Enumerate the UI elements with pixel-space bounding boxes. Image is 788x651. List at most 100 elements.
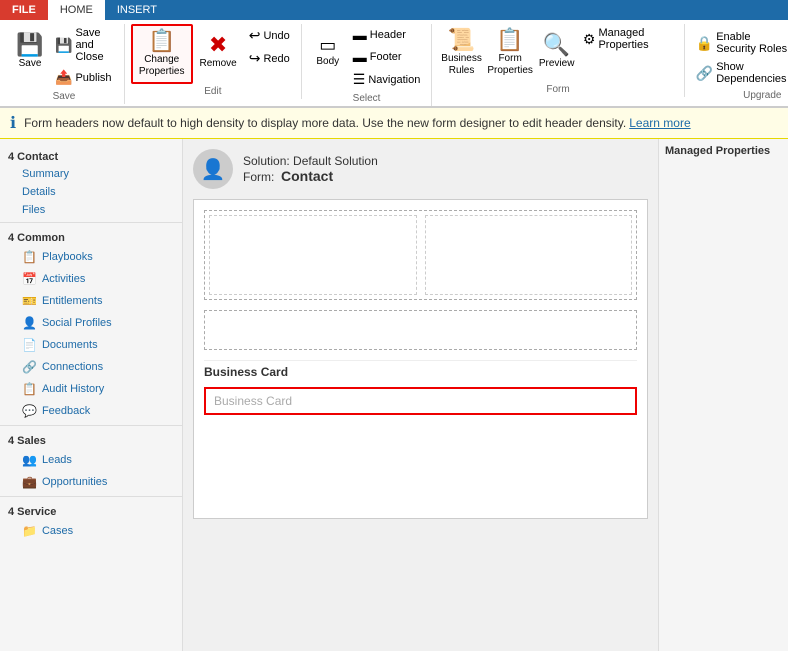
navigation-button[interactable]: ☰ Navigation xyxy=(348,68,426,91)
upgrade-group-label: Upgrade xyxy=(743,88,781,103)
playbooks-icon: 📋 xyxy=(22,250,37,264)
business-card-label: Business Card xyxy=(204,360,637,383)
nav-section-contact: 4 Contact xyxy=(0,145,182,165)
body-button[interactable]: ▭ Body xyxy=(308,24,348,80)
body-label: Body xyxy=(316,56,339,68)
form-column-1 xyxy=(209,215,417,295)
dependencies-label: Show Dependencies xyxy=(716,61,788,85)
learn-more-link[interactable]: Learn more xyxy=(629,116,690,130)
solution-label: Solution: xyxy=(243,154,290,168)
edit-group-label: Edit xyxy=(204,84,221,99)
footer-icon: ▬ xyxy=(353,49,367,65)
tab-home[interactable]: HOME xyxy=(48,0,105,20)
form-canvas: Business Card Business Card xyxy=(193,199,648,519)
dependencies-icon: 🔗 xyxy=(696,65,713,82)
save-label: Save xyxy=(19,58,42,70)
tab-file[interactable]: FILE xyxy=(0,0,48,20)
form-section-1 xyxy=(204,210,637,300)
redo-button[interactable]: ↪ Redo xyxy=(244,47,295,70)
select-group-label: Select xyxy=(353,91,381,106)
form-group-buttons: 📜 BusinessRules 📋 FormProperties 🔍 Previ… xyxy=(438,24,677,82)
footer-button[interactable]: ▬ Footer xyxy=(348,46,426,68)
managed-properties-button[interactable]: ⚙ Managed Properties xyxy=(578,24,678,54)
header-icon: ▬ xyxy=(353,27,367,43)
body-icon: ▭ xyxy=(319,36,336,54)
business-rules-icon: 📜 xyxy=(448,29,475,51)
nav-item-activities[interactable]: 📅Activities xyxy=(0,268,182,290)
form-properties-label: FormProperties xyxy=(487,53,533,77)
nav-item-audit-history[interactable]: 📋Audit History xyxy=(0,378,182,400)
undo-button[interactable]: ↩ Undo xyxy=(244,24,295,47)
undo-label: Undo xyxy=(263,30,289,42)
remove-icon: ✖ xyxy=(209,34,227,56)
nav-item-documents[interactable]: 📄Documents xyxy=(0,334,182,356)
avatar: 👤 xyxy=(193,149,233,189)
nav-item-feedback[interactable]: 💬Feedback xyxy=(0,400,182,422)
solution-header: 👤 Solution: Default Solution Form: Conta… xyxy=(193,149,648,189)
nav-section-sales: 4 Sales xyxy=(0,429,182,449)
feedback-icon: 💬 xyxy=(22,404,37,418)
solution-line: Solution: Default Solution xyxy=(243,154,378,168)
nav-item-details[interactable]: Details xyxy=(0,183,182,201)
header-button[interactable]: ▬ Header xyxy=(348,24,426,46)
redo-icon: ↪ xyxy=(249,50,261,67)
form-label: Form: xyxy=(243,170,274,184)
opportunities-icon: 💼 xyxy=(22,475,37,489)
managed-properties-icon: ⚙ xyxy=(583,31,596,48)
solution-info: Solution: Default Solution Form: Contact xyxy=(243,154,378,184)
business-card-section: Business Card Business Card xyxy=(204,360,637,415)
show-dependencies-button[interactable]: 🔗 Show Dependencies xyxy=(691,58,788,88)
save-group-buttons: 💾 Save 💾 Save and Close 📤 Publish xyxy=(10,24,118,89)
tab-insert[interactable]: INSERT xyxy=(105,0,169,20)
form-column-2 xyxy=(425,215,633,295)
business-card-field[interactable]: Business Card xyxy=(204,387,637,415)
business-rules-button[interactable]: 📜 BusinessRules xyxy=(438,24,485,82)
save-small-stack: 💾 Save and Close 📤 Publish xyxy=(50,24,118,89)
remove-label: Remove xyxy=(200,58,237,70)
form-section-2 xyxy=(204,310,637,350)
nav-item-playbooks[interactable]: 📋Playbooks xyxy=(0,246,182,268)
remove-button[interactable]: ✖ Remove xyxy=(193,24,244,80)
ribbon-group-select: ▭ Body ▬ Header ▬ Footer ☰ Navigation xyxy=(302,24,433,106)
ribbon-group-upgrade: 🔒 Enable Security Roles 🔗 Show Dependenc… xyxy=(685,24,788,103)
select-group-buttons: ▭ Body ▬ Header ▬ Footer ☰ Navigation xyxy=(308,24,426,91)
nav-item-connections[interactable]: 🔗Connections xyxy=(0,356,182,378)
nav-section-common: 4 Common xyxy=(0,226,182,246)
solution-name: Default Solution xyxy=(293,154,378,168)
info-message: Form headers now default to high density… xyxy=(24,116,626,130)
header-label: Header xyxy=(370,29,406,41)
edit-small-stack: ↩ Undo ↪ Redo xyxy=(244,24,295,70)
form-properties-button[interactable]: 📋 FormProperties xyxy=(485,24,536,82)
nav-item-cases[interactable]: 📁Cases xyxy=(0,520,182,542)
nav-item-leads[interactable]: 👥Leads xyxy=(0,449,182,471)
navigation-label: Navigation xyxy=(368,74,420,86)
publish-button[interactable]: 📤 Publish xyxy=(50,66,118,89)
social-profiles-icon: 👤 xyxy=(22,316,37,330)
center-content: 👤 Solution: Default Solution Form: Conta… xyxy=(183,139,658,651)
form-group-label: Form xyxy=(546,82,569,97)
nav-item-entitlements[interactable]: 🎫Entitlements xyxy=(0,290,182,312)
preview-button[interactable]: 🔍 Preview xyxy=(535,24,578,80)
change-properties-button[interactable]: 📋 ChangeProperties xyxy=(131,24,193,84)
nav-item-summary[interactable]: Summary xyxy=(0,165,182,183)
ribbon-tabs: FILE HOME INSERT xyxy=(0,0,788,20)
footer-label: Footer xyxy=(370,51,402,63)
connections-icon: 🔗 xyxy=(22,360,37,374)
enable-security-roles-button[interactable]: 🔒 Enable Security Roles xyxy=(691,28,788,58)
cases-icon: 📁 xyxy=(22,524,37,538)
nav-item-files[interactable]: Files xyxy=(0,201,182,219)
audit-history-icon: 📋 xyxy=(22,382,37,396)
security-roles-icon: 🔒 xyxy=(696,35,713,52)
leads-icon: 👥 xyxy=(22,453,37,467)
security-roles-label: Enable Security Roles xyxy=(716,31,788,55)
nav-item-opportunities[interactable]: 💼Opportunities xyxy=(0,471,182,493)
nav-item-social-profiles[interactable]: 👤Social Profiles xyxy=(0,312,182,334)
ribbon: FILE HOME INSERT 💾 Save 💾 Save and Close… xyxy=(0,0,788,108)
upgrade-small-stack: 🔒 Enable Security Roles 🔗 Show Dependenc… xyxy=(691,24,788,88)
preview-icon: 🔍 xyxy=(543,34,570,56)
save-and-close-button[interactable]: 💾 Save and Close xyxy=(50,24,118,66)
ribbon-group-form: 📜 BusinessRules 📋 FormProperties 🔍 Previ… xyxy=(432,24,684,97)
save-button[interactable]: 💾 Save xyxy=(10,24,50,80)
form-small-stack: ⚙ Managed Properties xyxy=(578,24,678,54)
right-panel-title: Managed Properties xyxy=(665,145,782,157)
